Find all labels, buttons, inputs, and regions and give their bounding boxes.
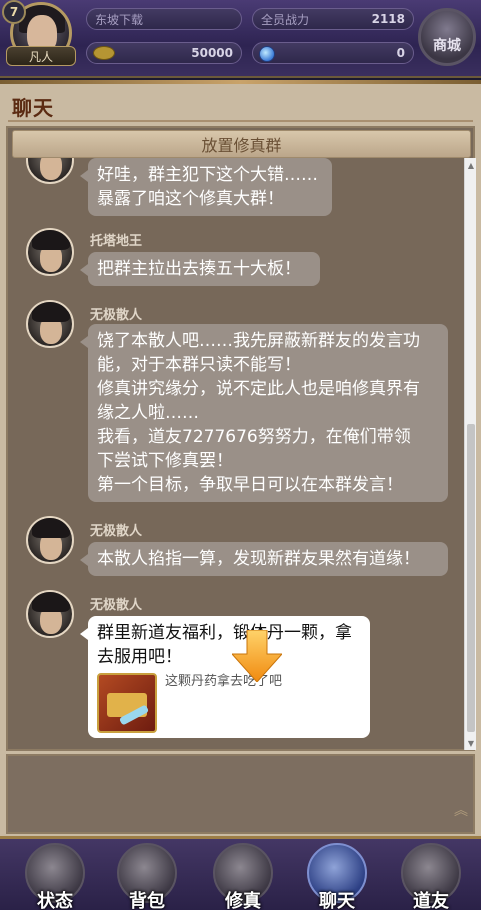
rank-label: 凡人 [6, 46, 76, 66]
sender-name: 无极散人 [90, 524, 143, 539]
message-bubble: 本散人掐指一算，发现新群友果然有道缘！ [80, 542, 448, 576]
message-bubble: 好哇，群主犯下这个大错…… 暴露了咱这个修真大群！ [80, 158, 332, 216]
sender-name: 托塔地王 [90, 234, 143, 249]
message-bubble: 把群主拉出去揍五十大板！ [80, 252, 320, 286]
arrow-down-icon [232, 630, 282, 682]
bottom-nav: 状态 背包 修真 聊天 道友 [0, 836, 481, 910]
message-line: 把群主拉出去揍五十大板！ [97, 259, 301, 279]
message-avatar [26, 590, 74, 638]
nav-label: 聊天 [319, 891, 355, 910]
top-bar: 7 凡人 东坡下载 全员战力 2118 50000 0 商城 [0, 0, 481, 78]
gems-value: 0 [396, 46, 405, 60]
message-line: 暴露了咱这个修真大群！ [97, 189, 284, 209]
nav-status[interactable]: 状态 [18, 843, 92, 910]
coins-pill: 50000 [86, 42, 242, 64]
shop-button[interactable]: 商城 [418, 8, 476, 66]
sender-name: 无极散人 [90, 308, 143, 323]
message-line: 好哇，群主犯下这个大错…… [97, 165, 318, 185]
chat-message-list[interactable]: 好哇，群主犯下这个大错…… 暴露了咱这个修真大群！ 托塔地王 把群主拉出去揍五十… [10, 158, 460, 750]
message-line: 我看，道友7277676努努力，在俺们带领 [97, 427, 411, 447]
nav-friends[interactable]: 道友 [394, 843, 468, 910]
scroll-down-icon[interactable]: ▼ [465, 736, 477, 750]
power-pill: 全员战力 2118 [252, 8, 414, 30]
panel-title: 聊天 [12, 96, 54, 120]
collapse-up-icon[interactable]: ︽ [454, 800, 468, 820]
chat-scrollbar[interactable]: ▲ ▼ [464, 158, 476, 750]
nav-label: 背包 [129, 891, 165, 910]
message-line: 下尝试下修真罢！ [97, 451, 233, 471]
gem-icon [259, 46, 275, 62]
coins-value: 50000 [191, 46, 233, 60]
reward-bubble[interactable]: 群里新道友福利，锻体丹一颗，拿 去服用吧！ 这颗丹药拿去吃了吧 [80, 616, 370, 738]
level-badge: 7 [2, 0, 26, 24]
gems-pill: 0 [252, 42, 414, 64]
chat-panel: 聊天 放置修真群 好哇，群主犯下这个大错…… 暴露了咱这个修真大群！ 托塔地王 … [0, 80, 481, 836]
download-pill: 东坡下载 [86, 8, 242, 30]
nav-label: 道友 [413, 891, 449, 910]
nav-label: 修真 [225, 891, 261, 910]
coin-icon [93, 46, 115, 60]
nav-label: 状态 [37, 891, 73, 910]
group-name-bar[interactable]: 放置修真群 [12, 130, 471, 158]
shop-label: 商城 [433, 38, 461, 54]
panel-rail [0, 80, 481, 84]
nav-cultivate[interactable]: 修真 [206, 843, 280, 910]
power-value: 2118 [371, 12, 405, 26]
nav-bag[interactable]: 背包 [110, 843, 184, 910]
nav-chat[interactable]: 聊天 [300, 843, 374, 910]
title-divider [8, 120, 473, 122]
message-line: 群里新道友福利，锻体丹一颗，拿 [97, 623, 352, 643]
message-line: 修真讲究缘分，说不定此人也是咱修真界有 [97, 379, 420, 399]
message-line: 能，对于本群只读不能写！ [97, 355, 301, 375]
chat-input-area: ︽ [6, 754, 475, 834]
scroll-thumb[interactable] [467, 424, 475, 732]
scroll-up-icon[interactable]: ▲ [465, 158, 477, 172]
message-avatar [26, 300, 74, 348]
message-avatar [26, 228, 74, 276]
message-line: 缘之人啦…… [97, 403, 199, 423]
chest-icon[interactable] [97, 673, 157, 733]
message-avatar [26, 158, 74, 184]
message-line: 第一个目标，争取早日可以在本群发言！ [97, 475, 403, 495]
message-line: 去服用吧！ [97, 647, 182, 667]
power-label: 全员战力 [261, 12, 310, 27]
message-avatar [26, 516, 74, 564]
message-bubble: 饶了本散人吧……我先屏蔽新群友的发言功 能，对于本群只读不能写！ 修真讲究缘分，… [80, 324, 448, 502]
reward-item[interactable]: 这颗丹药拿去吃了吧 [97, 673, 361, 733]
download-label: 东坡下载 [95, 12, 144, 27]
chat-frame: 放置修真群 好哇，群主犯下这个大错…… 暴露了咱这个修真大群！ 托塔地王 把群主… [6, 126, 476, 751]
message-line: 饶了本散人吧……我先屏蔽新群友的发言功 [97, 331, 420, 351]
sender-name: 无极散人 [90, 598, 143, 613]
message-line: 本散人掐指一算，发现新群友果然有道缘！ [97, 549, 420, 569]
